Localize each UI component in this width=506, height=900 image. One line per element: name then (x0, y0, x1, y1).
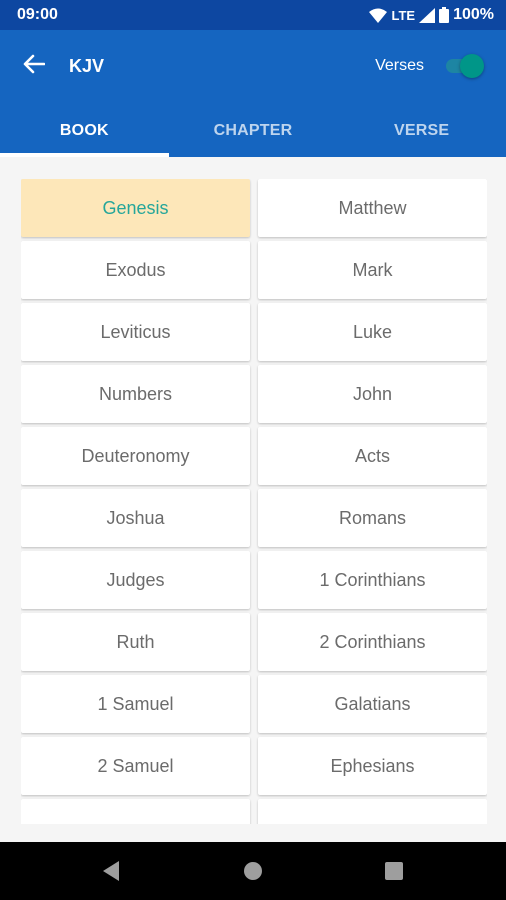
book-ephesians[interactable]: Ephesians (258, 737, 487, 795)
book-2-corinthians[interactable]: 2 Corinthians (258, 613, 487, 671)
back-button[interactable] (18, 52, 50, 80)
tab-verse[interactable]: VERSE (337, 105, 506, 157)
book-deuteronomy[interactable]: Deuteronomy (21, 427, 250, 485)
book-next-partial-right[interactable] (258, 799, 487, 824)
book-1-samuel[interactable]: 1 Samuel (21, 675, 250, 733)
nav-recents-icon[interactable] (385, 862, 403, 880)
book-next-partial-left[interactable] (21, 799, 250, 824)
tab-bar: BOOK CHAPTER VERSE (0, 105, 506, 157)
book-matthew[interactable]: Matthew (258, 179, 487, 237)
book-luke[interactable]: Luke (258, 303, 487, 361)
book-grid: Genesis Matthew Exodus Mark Leviticus Lu… (21, 179, 487, 824)
book-acts[interactable]: Acts (258, 427, 487, 485)
book-ruth[interactable]: Ruth (21, 613, 250, 671)
book-mark[interactable]: Mark (258, 241, 487, 299)
book-2-samuel[interactable]: 2 Samuel (21, 737, 250, 795)
verses-toggle-label: Verses (375, 57, 424, 74)
nav-home-icon[interactable] (244, 862, 262, 880)
network-type: LTE (391, 7, 416, 23)
tab-indicator (0, 153, 169, 157)
book-judges[interactable]: Judges (21, 551, 250, 609)
verses-toggle[interactable] (442, 54, 484, 78)
book-numbers[interactable]: Numbers (21, 365, 250, 423)
book-1-corinthians[interactable]: 1 Corinthians (258, 551, 487, 609)
nav-back-icon[interactable] (101, 860, 121, 887)
battery-icon (439, 7, 450, 23)
arrow-back-icon (23, 54, 46, 79)
book-john[interactable]: John (258, 365, 487, 423)
book-leviticus[interactable]: Leviticus (21, 303, 250, 361)
book-romans[interactable]: Romans (258, 489, 487, 547)
status-bar: 09:00 LTE 100% (0, 0, 506, 30)
book-galatians[interactable]: Galatians (258, 675, 487, 733)
book-genesis[interactable]: Genesis (21, 179, 250, 237)
book-joshua[interactable]: Joshua (21, 489, 250, 547)
system-nav-bar (0, 842, 506, 900)
status-time: 09:00 (17, 6, 58, 23)
toggle-thumb (460, 54, 484, 78)
tab-chapter[interactable]: CHAPTER (169, 105, 338, 157)
tab-book[interactable]: BOOK (0, 105, 169, 157)
app-bar: KJV Verses BOOK CHAPTER VERSE (0, 30, 506, 157)
battery-level: 100% (453, 6, 494, 23)
book-exodus[interactable]: Exodus (21, 241, 250, 299)
signal-icon (419, 7, 436, 23)
status-icons: LTE 100% (369, 6, 494, 24)
wifi-icon (369, 8, 388, 23)
translation-title: KJV (69, 56, 105, 76)
